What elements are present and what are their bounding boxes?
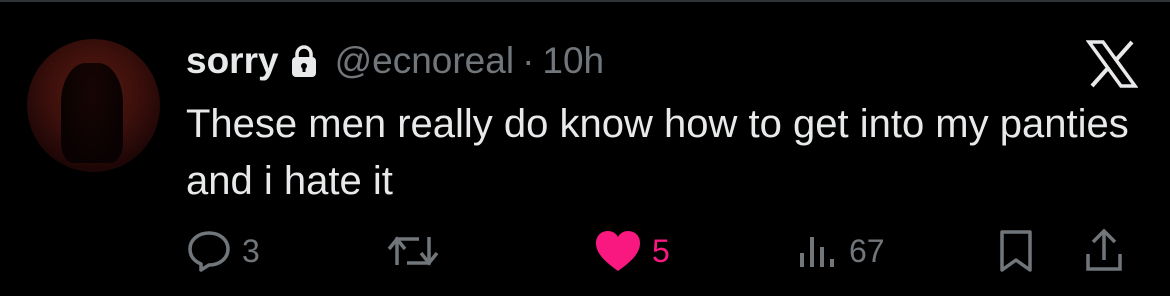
retweet-icon [387, 236, 439, 266]
share-icon [1086, 228, 1122, 271]
lock-icon [291, 44, 317, 78]
tweet-header: sorry @ecnoreal · 10h [186, 36, 604, 86]
top-divider [0, 0, 1170, 2]
like-count: 5 [652, 232, 670, 269]
separator-dot: · [522, 40, 535, 81]
bookmark-button[interactable] [998, 226, 1034, 276]
views-icon [800, 237, 834, 267]
x-logo-icon [1085, 40, 1139, 88]
share-button[interactable] [1084, 226, 1124, 276]
tweet-text: These men really do know how to get into… [186, 102, 1129, 203]
avatar[interactable] [27, 39, 160, 172]
views-button[interactable]: 67 [797, 226, 885, 276]
retweet-button[interactable] [385, 226, 441, 276]
display-name[interactable]: sorry [186, 40, 279, 82]
view-count: 67 [849, 232, 885, 269]
reply-count: 3 [242, 232, 260, 269]
reply-button[interactable]: 3 [186, 226, 260, 276]
bookmark-icon [1000, 230, 1032, 272]
heart-icon [596, 231, 640, 271]
tweet-timestamp[interactable]: 10h [542, 40, 604, 82]
reply-icon [188, 231, 230, 272]
like-button[interactable]: 5 [594, 226, 670, 276]
user-handle[interactable]: @ecnoreal [335, 40, 515, 82]
tweet-actions: 3 5 67 [0, 226, 1170, 276]
avatar-figure [61, 63, 123, 163]
